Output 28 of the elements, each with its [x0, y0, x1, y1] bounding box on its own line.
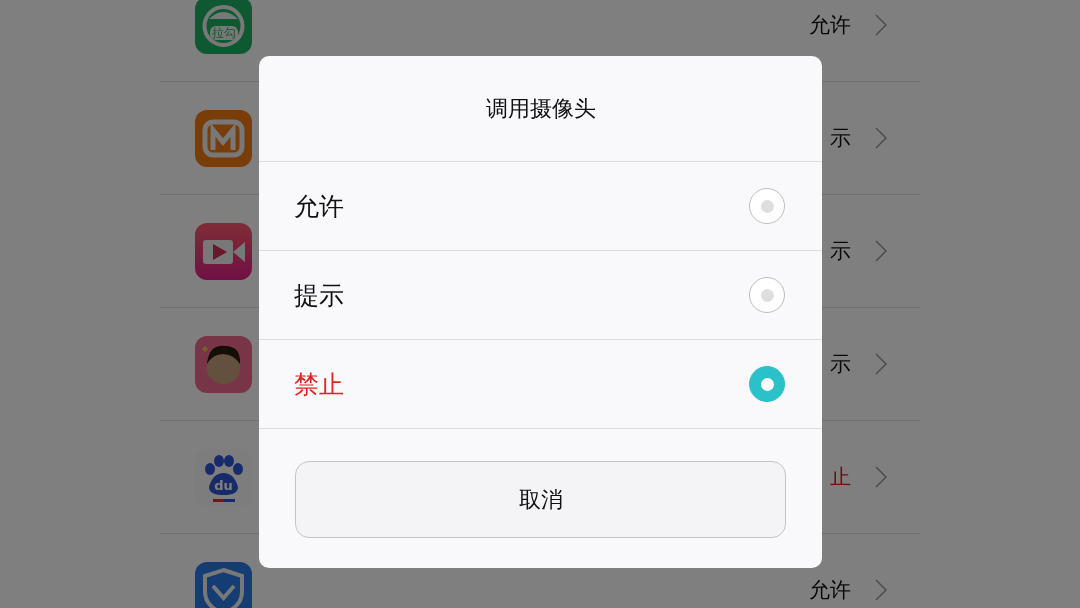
permission-value: 示 [830, 125, 851, 152]
option-label: 提示 [294, 279, 344, 312]
chevron-icon[interactable] [875, 14, 887, 36]
chevron-icon[interactable] [875, 579, 887, 601]
option-row[interactable]: 允许 [259, 162, 822, 251]
option-row[interactable]: 提示 [259, 251, 822, 340]
permission-value: 示 [830, 351, 851, 378]
cancel-button[interactable]: 取消 [295, 461, 786, 538]
radio-button[interactable] [749, 366, 785, 402]
permission-value: 示 [830, 238, 851, 265]
app-icon [195, 222, 252, 280]
app-icon: 拉勾 [195, 0, 252, 54]
permission-value: 止 [830, 464, 851, 491]
app-icon [195, 561, 252, 608]
chevron-icon[interactable] [875, 127, 887, 149]
chevron-icon[interactable] [875, 353, 887, 375]
option-row[interactable]: 禁止 [259, 340, 822, 429]
option-label: 允许 [294, 190, 344, 223]
chevron-icon[interactable] [875, 466, 887, 488]
cartoon-figure-icon [195, 335, 252, 393]
dialog-title: 调用摄像头 [259, 56, 822, 162]
chevron-icon[interactable] [875, 240, 887, 262]
radio-button[interactable] [749, 188, 785, 224]
permission-value: 允许 [809, 12, 851, 39]
option-label: 禁止 [294, 368, 344, 401]
app-icon [195, 109, 252, 167]
permission-value: 允许 [809, 577, 851, 604]
radio-button[interactable] [749, 277, 785, 313]
